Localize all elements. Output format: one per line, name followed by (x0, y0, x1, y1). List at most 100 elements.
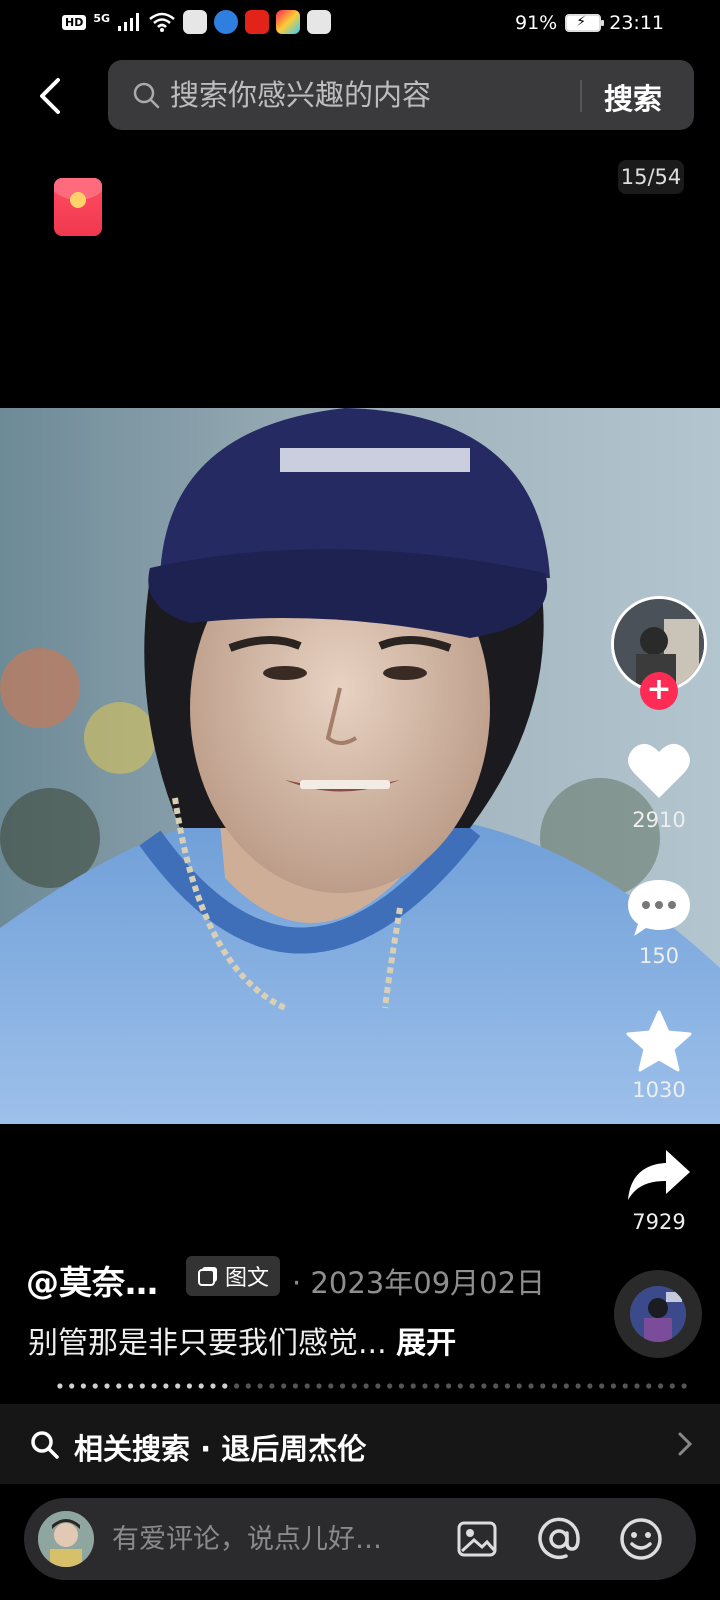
progress-dot (234, 1383, 240, 1389)
progress-dot (481, 1383, 487, 1389)
image-icon[interactable] (454, 1516, 500, 1562)
progress-dot (328, 1383, 334, 1389)
follow-plus-button[interactable]: + (640, 672, 678, 710)
progress-dot (610, 1383, 617, 1389)
progress-dot (245, 1383, 251, 1389)
progress-dot (257, 1383, 263, 1389)
clock: 23:11 (609, 12, 664, 34)
star-icon (626, 1010, 692, 1072)
post-photo[interactable] (0, 408, 720, 1124)
share-action[interactable]: 7929 (614, 1146, 704, 1234)
progress-dot (504, 1383, 510, 1389)
search-bar[interactable]: 搜索 (108, 60, 694, 130)
progress-dot (575, 1383, 581, 1389)
comment-bar[interactable] (24, 1498, 696, 1580)
progress-dot (387, 1383, 393, 1389)
user-avatar-image (38, 1511, 94, 1567)
comment-input[interactable] (112, 1518, 422, 1560)
progress-dot (646, 1383, 652, 1389)
music-cover-image (630, 1286, 686, 1342)
shopping-notification-icon (245, 10, 270, 34)
post-type-label: 图文 (224, 1266, 269, 1291)
search-button[interactable]: 搜索 (604, 76, 662, 118)
heart-icon (628, 743, 690, 798)
comment-bubble-icon (628, 880, 690, 936)
progress-dot (681, 1383, 687, 1389)
network-type: 5G (93, 11, 111, 25)
progress-dot (151, 1383, 157, 1389)
search-input[interactable] (170, 74, 570, 116)
status-bar: HD 5G 91% ⚡ 23:11 (0, 0, 720, 48)
progress-dot (316, 1383, 322, 1389)
browser-notification-icon (214, 10, 239, 34)
progress-dot (540, 1383, 546, 1389)
progress-dot (139, 1383, 145, 1389)
favorite-count: 1030 (632, 1078, 686, 1102)
progress-dot (375, 1383, 381, 1389)
progress-dot (516, 1383, 522, 1389)
progress-dot (410, 1383, 416, 1389)
progress-dot (669, 1383, 675, 1389)
progress-dot (80, 1383, 86, 1389)
status-right: 91% ⚡ 23:11 (515, 12, 664, 34)
status-left: HD 5G (62, 10, 332, 34)
progress-dot (563, 1383, 569, 1389)
progress-dot (469, 1383, 475, 1389)
bag-notification-icon (307, 10, 332, 34)
chevron-right-icon (678, 1432, 693, 1456)
progress-dot (658, 1383, 664, 1389)
progress-dot (292, 1383, 298, 1389)
like-action[interactable]: 2910 (614, 740, 704, 832)
progress-dot (528, 1383, 534, 1389)
search-icon (133, 82, 160, 109)
comment-count: 150 (638, 944, 680, 968)
expand-link[interactable]: 展开 (396, 1326, 456, 1361)
progress-dot (198, 1383, 204, 1389)
progress-dot (104, 1383, 110, 1389)
progress-dot (363, 1383, 369, 1389)
progress-dot (434, 1383, 440, 1389)
progress-dot (281, 1383, 287, 1389)
back-chevron-icon[interactable] (34, 76, 64, 116)
progress-dot (210, 1383, 216, 1389)
like-count: 2910 (632, 808, 686, 832)
image-text-icon (197, 1267, 217, 1286)
progress-dot (493, 1383, 499, 1389)
post-caption[interactable]: 别管那是非只要我们感觉... 展开 (28, 1318, 456, 1362)
search-icon (31, 1431, 59, 1459)
progress-dot (304, 1383, 310, 1389)
user-avatar[interactable] (38, 1511, 94, 1567)
red-packet-icon[interactable] (54, 178, 102, 236)
hd-badge: HD (62, 14, 87, 30)
progress-dot (446, 1383, 452, 1389)
progress-dot (587, 1383, 593, 1389)
progress-dot (175, 1383, 181, 1389)
progress-dot (340, 1383, 346, 1389)
progress-dot (398, 1383, 404, 1389)
progress-dot (599, 1383, 605, 1389)
progress-dot (634, 1383, 640, 1389)
music-disc[interactable] (614, 1270, 702, 1358)
progress-dot (457, 1383, 463, 1389)
post-type-tag: 图文 (186, 1256, 280, 1296)
image-counter: 15/54 (618, 160, 684, 194)
progress-dot (422, 1383, 428, 1389)
progress-dot (116, 1383, 122, 1389)
tool-notification-icon (276, 10, 301, 34)
battery-percent: 91% (515, 12, 558, 34)
progress-dot (186, 1383, 192, 1389)
image-progress-dots (57, 1383, 687, 1389)
share-arrow-icon (628, 1150, 690, 1200)
at-mention-icon[interactable] (536, 1516, 582, 1562)
favorite-action[interactable]: 1030 (614, 1010, 704, 1102)
related-search-bar[interactable]: 相关搜索 · 退后周杰伦 (0, 1404, 720, 1484)
author-name[interactable]: @莫奈… (26, 1256, 158, 1304)
progress-dot (269, 1383, 275, 1389)
post-date: · 2023年09月02日 (292, 1266, 546, 1300)
comment-action[interactable]: 150 (614, 876, 704, 968)
battery-icon: ⚡ (565, 14, 605, 32)
progress-dot (222, 1383, 228, 1389)
progress-dot (57, 1383, 63, 1389)
emoji-icon[interactable] (618, 1516, 664, 1562)
progress-dot (552, 1383, 558, 1389)
